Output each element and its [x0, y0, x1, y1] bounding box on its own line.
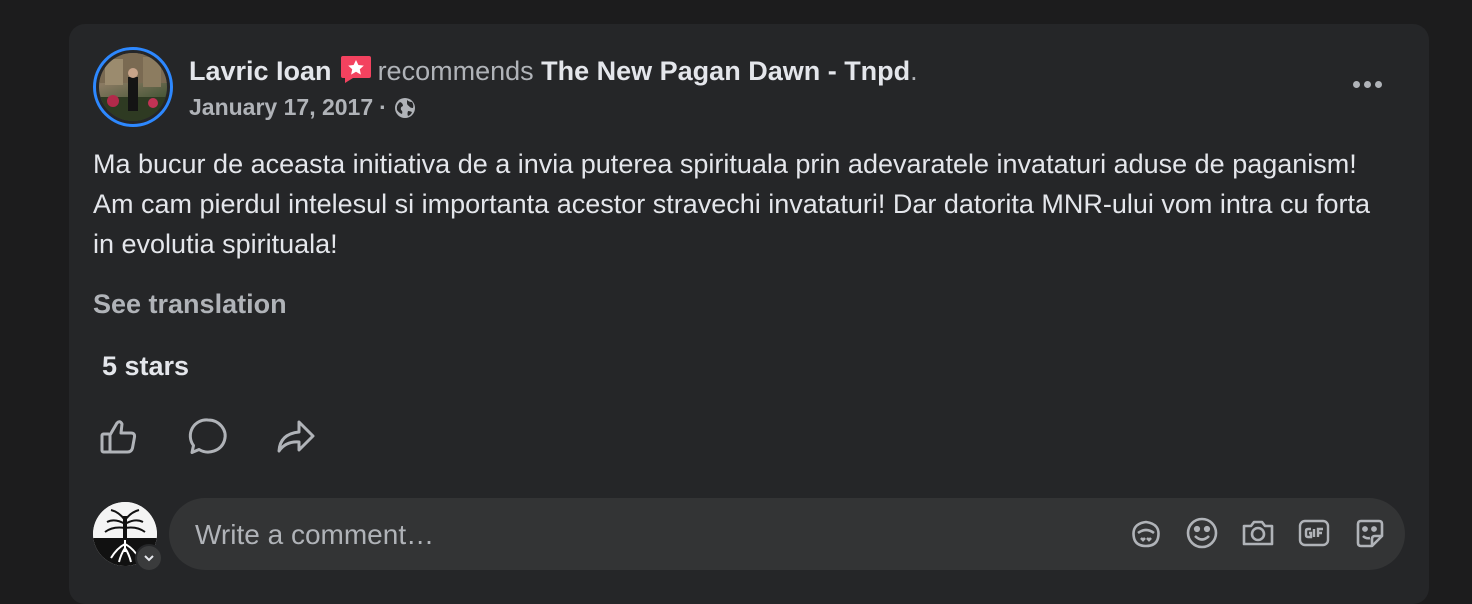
camera-icon[interactable] — [1241, 516, 1275, 550]
recommend-icon — [340, 52, 372, 84]
emoji-icon[interactable] — [1185, 516, 1219, 550]
post-body: Ma bucur de aceasta initiativa de a invi… — [93, 149, 1370, 259]
share-icon[interactable] — [275, 416, 317, 458]
recommends-verb: recommends — [377, 56, 534, 86]
comment-input[interactable] — [193, 516, 1057, 554]
author-photo — [99, 53, 167, 121]
author-name[interactable]: Lavric Ioan — [189, 56, 332, 86]
like-icon[interactable] — [99, 416, 141, 458]
more-options-button[interactable] — [1345, 72, 1389, 96]
more-icon-dot — [1352, 80, 1360, 88]
avatar-sticker-icon[interactable] — [1129, 516, 1163, 550]
comment-icon[interactable] — [187, 416, 229, 458]
more-icon-dot — [1374, 80, 1382, 88]
post-actions — [99, 416, 317, 458]
composer-tools — [1129, 516, 1387, 550]
see-translation-link[interactable]: See translation — [93, 289, 287, 320]
more-icon-dot — [1363, 80, 1371, 88]
author-avatar[interactable] — [93, 47, 173, 127]
post-date[interactable]: January 17, 2017 — [189, 94, 373, 121]
globe-icon — [394, 97, 415, 118]
meta-separator: · — [379, 94, 387, 120]
rating-text: 5 stars — [102, 351, 190, 381]
chevron-down-icon — [144, 555, 154, 562]
comment-composer — [169, 498, 1405, 570]
post-header: Lavric Ioan recommends The New Pagan Dawn… — [189, 52, 918, 88]
page-name-link[interactable]: The New Pagan Dawn - Tnpd — [541, 56, 910, 86]
post-meta: January 17, 2017 · — [189, 94, 417, 121]
sticker-icon[interactable] — [1353, 516, 1387, 550]
account-switcher-button[interactable] — [135, 544, 163, 572]
review-post-card: Lavric Ioan recommends The New Pagan Dawn… — [69, 24, 1429, 604]
page-suffix: . — [910, 56, 918, 86]
gif-icon[interactable] — [1297, 516, 1331, 550]
